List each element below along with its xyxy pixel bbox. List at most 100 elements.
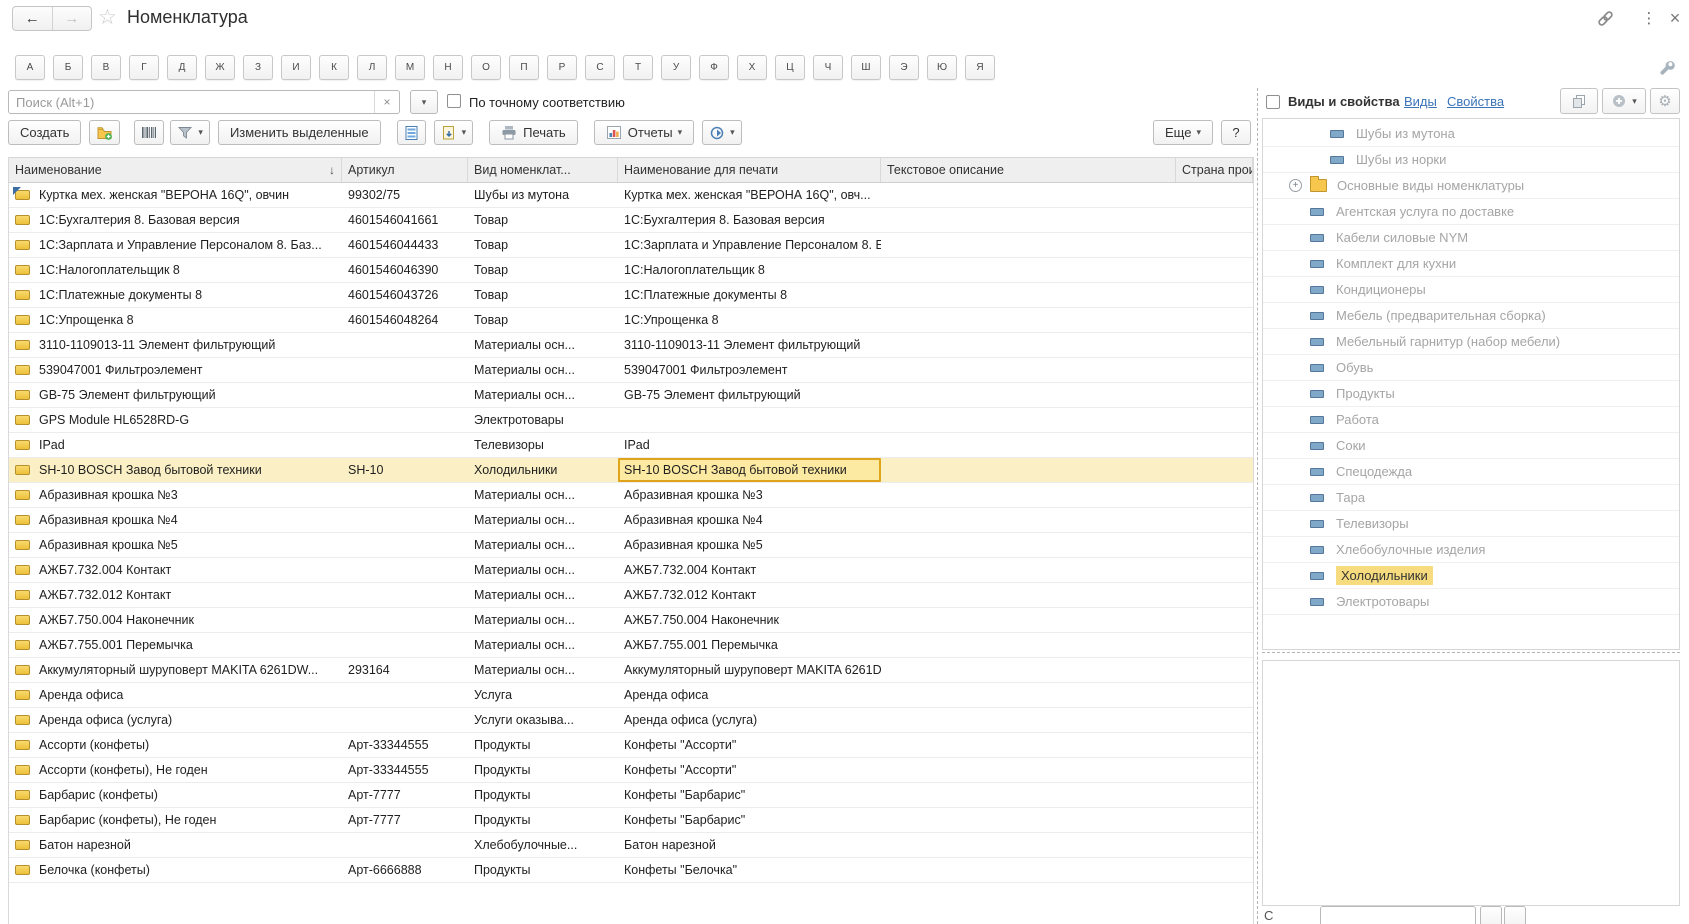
- cell-name[interactable]: Барбарис (конфеты), Не годен: [9, 808, 342, 832]
- cell-articul[interactable]: [342, 533, 468, 557]
- cell-name[interactable]: АЖБ7.755.001 Перемычка: [9, 633, 342, 657]
- cell-descr[interactable]: [881, 808, 1176, 832]
- cell-kind[interactable]: Электротовары: [468, 408, 618, 432]
- table-row[interactable]: GB-75 Элемент фильтрующий Материалы осн..…: [9, 383, 1253, 408]
- table-row[interactable]: Аренда офисаУслугаАренда офиса: [9, 683, 1253, 708]
- table-row[interactable]: Абразивная крошка №5Материалы осн...Абра…: [9, 533, 1253, 558]
- alphabet-letter-Р[interactable]: Р: [547, 55, 577, 80]
- alphabet-letter-К[interactable]: К: [319, 55, 349, 80]
- cell-articul[interactable]: [342, 333, 468, 357]
- cell-print_name[interactable]: АЖБ7.750.004 Наконечник: [618, 608, 881, 632]
- bottom-input[interactable]: [1320, 906, 1476, 924]
- cell-name[interactable]: GB-75 Элемент фильтрующий: [9, 383, 342, 407]
- more-menu-icon[interactable]: ⋮: [1638, 7, 1660, 29]
- cell-print_name[interactable]: АЖБ7.732.012 Контакт: [618, 583, 881, 607]
- tree-item[interactable]: Мебельный гарнитур (набор мебели): [1263, 329, 1679, 355]
- table-row[interactable]: Аккумуляторный шуруповерт MAKITA 6261DW.…: [9, 658, 1253, 683]
- table-row[interactable]: 1С:Зарплата и Управление Персоналом 8. Б…: [9, 233, 1253, 258]
- cell-country[interactable]: [1176, 333, 1253, 357]
- column-header-name[interactable]: Наименование↓: [9, 158, 342, 182]
- table-row[interactable]: Ассорти (конфеты), Не годенАрт-33344555П…: [9, 758, 1253, 783]
- cell-kind[interactable]: Материалы осн...: [468, 358, 618, 382]
- cell-descr[interactable]: [881, 458, 1176, 482]
- table-row[interactable]: Ассорти (конфеты)Арт-33344555ПродуктыКон…: [9, 733, 1253, 758]
- alphabet-letter-Л[interactable]: Л: [357, 55, 387, 80]
- edit-selected-button[interactable]: Изменить выделенные: [218, 120, 381, 145]
- tree-item[interactable]: Электротовары: [1263, 589, 1679, 615]
- cell-articul[interactable]: Арт-33344555: [342, 758, 468, 782]
- cell-name[interactable]: 1С:Упрощенка 8: [9, 308, 342, 332]
- cell-articul[interactable]: 4601546046390: [342, 258, 468, 282]
- cell-name[interactable]: Абразивная крошка №3: [9, 483, 342, 507]
- cell-kind[interactable]: Материалы осн...: [468, 608, 618, 632]
- cell-print_name[interactable]: [618, 408, 881, 432]
- more-actions-button[interactable]: Еще▾: [1153, 120, 1213, 145]
- column-header-articul[interactable]: Артикул: [342, 158, 468, 182]
- alphabet-letter-М[interactable]: М: [395, 55, 425, 80]
- cell-country[interactable]: [1176, 558, 1253, 582]
- cell-print_name[interactable]: 3110-1109013-11 Элемент фильтрующий: [618, 333, 881, 357]
- alphabet-letter-Я[interactable]: Я: [965, 55, 995, 80]
- cell-name[interactable]: GPS Module HL6528RD-G: [9, 408, 342, 432]
- cell-country[interactable]: [1176, 258, 1253, 282]
- cell-country[interactable]: [1176, 683, 1253, 707]
- cell-country[interactable]: [1176, 208, 1253, 232]
- table-row[interactable]: Барбарис (конфеты)Арт-7777ПродуктыКонфет…: [9, 783, 1253, 808]
- cell-country[interactable]: [1176, 608, 1253, 632]
- cell-name[interactable]: 1С:Зарплата и Управление Персоналом 8. Б…: [9, 233, 342, 257]
- alphabet-letter-Г[interactable]: Г: [129, 55, 159, 80]
- cell-country[interactable]: [1176, 183, 1253, 207]
- cell-print_name[interactable]: Аккумуляторный шуруповерт MAKITA 6261D..…: [618, 658, 881, 682]
- table-row[interactable]: 1С:Платежные документы 84601546043726Тов…: [9, 283, 1253, 308]
- alphabet-letter-Э[interactable]: Э: [889, 55, 919, 80]
- cell-print_name[interactable]: 1С:Упрощенка 8: [618, 308, 881, 332]
- cell-articul[interactable]: [342, 483, 468, 507]
- cell-kind[interactable]: Продукты: [468, 733, 618, 757]
- column-header-kind[interactable]: Вид номенклат...: [468, 158, 618, 182]
- cell-country[interactable]: [1176, 758, 1253, 782]
- cell-country[interactable]: [1176, 808, 1253, 832]
- cell-print_name[interactable]: 1С:Платежные документы 8: [618, 283, 881, 307]
- tree-item[interactable]: Кабели силовые NYM: [1263, 225, 1679, 251]
- cell-print_name[interactable]: Конфеты "Белочка": [618, 858, 881, 882]
- cell-name[interactable]: Абразивная крошка №5: [9, 533, 342, 557]
- tree-item[interactable]: Шубы из мутона: [1263, 121, 1679, 147]
- table-row[interactable]: 1С:Упрощенка 84601546048264Товар1С:Упрощ…: [9, 308, 1253, 333]
- cell-kind[interactable]: Шубы из мутона: [468, 183, 618, 207]
- cell-name[interactable]: Батон нарезной: [9, 833, 342, 857]
- table-row[interactable]: Батон нарезнойХлебобулочные...Батон наре…: [9, 833, 1253, 858]
- search-input[interactable]: [9, 91, 374, 113]
- cell-articul[interactable]: 4601546041661: [342, 208, 468, 232]
- alphabet-letter-В[interactable]: В: [91, 55, 121, 80]
- cell-descr[interactable]: [881, 683, 1176, 707]
- cell-print_name[interactable]: Аренда офиса: [618, 683, 881, 707]
- cell-print_name[interactable]: АЖБ7.755.001 Перемычка: [618, 633, 881, 657]
- table-row[interactable]: 539047001 ФильтроэлементМатериалы осн...…: [9, 358, 1253, 383]
- create-button[interactable]: Создать: [8, 120, 81, 145]
- cell-kind[interactable]: Материалы осн...: [468, 383, 618, 407]
- cell-descr[interactable]: [881, 833, 1176, 857]
- cell-kind[interactable]: Материалы осн...: [468, 658, 618, 682]
- list-view-button[interactable]: [397, 120, 426, 145]
- forward-icon[interactable]: →: [53, 7, 92, 30]
- reports-button[interactable]: Отчеты ▾: [594, 120, 694, 145]
- cell-name[interactable]: АЖБ7.732.012 Контакт: [9, 583, 342, 607]
- cell-country[interactable]: [1176, 508, 1253, 532]
- cell-descr[interactable]: [881, 658, 1176, 682]
- cell-kind[interactable]: Материалы осн...: [468, 633, 618, 657]
- cell-print_name[interactable]: Конфеты "Барбарис": [618, 808, 881, 832]
- cell-descr[interactable]: [881, 733, 1176, 757]
- table-row[interactable]: АЖБ7.750.004 НаконечникМатериалы осн...А…: [9, 608, 1253, 633]
- alphabet-letter-П[interactable]: П: [509, 55, 539, 80]
- alphabet-letter-Ц[interactable]: Ц: [775, 55, 805, 80]
- tree-item[interactable]: +Основные виды номенклатуры: [1263, 173, 1679, 199]
- cell-articul[interactable]: [342, 708, 468, 732]
- cell-country[interactable]: [1176, 458, 1253, 482]
- tree-item[interactable]: Продукты: [1263, 381, 1679, 407]
- alphabet-letter-Д[interactable]: Д: [167, 55, 197, 80]
- cell-descr[interactable]: [881, 508, 1176, 532]
- cell-name[interactable]: Белочка (конфеты): [9, 858, 342, 882]
- cell-country[interactable]: [1176, 783, 1253, 807]
- cell-kind[interactable]: Услуга: [468, 683, 618, 707]
- cell-kind[interactable]: Товар: [468, 233, 618, 257]
